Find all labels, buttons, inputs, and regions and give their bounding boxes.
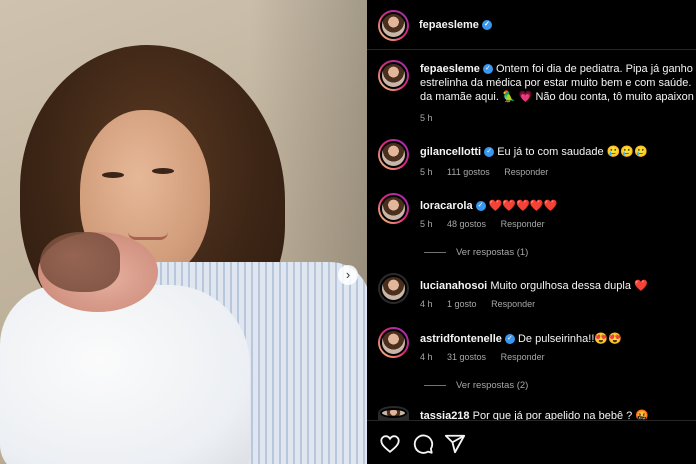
comment-username[interactable]: gilancellotti <box>420 146 481 158</box>
replies-dash <box>424 251 446 253</box>
photo-eye-left <box>102 172 124 178</box>
photo-eye-right <box>152 168 174 174</box>
caption-time: 5 h <box>420 113 433 123</box>
comment-time: 5 h <box>420 219 433 229</box>
avatar[interactable] <box>378 406 409 420</box>
comment-likes[interactable]: 48 gostos <box>447 219 486 229</box>
comment-time: 4 h <box>420 299 433 309</box>
share-icon[interactable] <box>444 433 466 455</box>
comment-likes[interactable]: 1 gosto <box>447 299 477 309</box>
comment-meta: 5 h 111 gostos Responder <box>420 167 560 177</box>
photo-baby-blanket <box>0 285 250 464</box>
post-side-panel: fepaesleme ✓ fepaesleme ✓ Ontem foi dia de… <box>367 0 696 464</box>
comment-text: Por que já por apelido na bebê ? 🤬 <box>472 410 649 420</box>
comment-meta: 4 h 1 gosto Responder <box>420 299 547 309</box>
view-replies-button[interactable]: Ver respostas (2) <box>424 380 528 391</box>
reply-button[interactable]: Responder <box>501 219 545 229</box>
comment-username[interactable]: lucianahosoi <box>420 280 487 292</box>
comment-likes[interactable]: 111 gostos <box>447 167 490 177</box>
comment-meta: 4 h 31 gostos Responder <box>420 352 557 362</box>
comment-time: 4 h <box>420 352 433 362</box>
comment-text: De pulseirinha!!😍😍 <box>517 333 622 345</box>
photo-mouth <box>128 232 168 240</box>
action-bar <box>367 420 696 464</box>
caption-line-3a: da mamãe aqui. <box>420 91 502 103</box>
chevron-right-icon[interactable]: › <box>338 265 358 285</box>
avatar[interactable] <box>378 10 409 41</box>
comment-username[interactable]: astridfontenelle <box>420 333 502 345</box>
verified-icon: ✓ <box>481 20 492 31</box>
comment-meta: 5 h 48 gostos Responder <box>420 219 557 229</box>
reply-button[interactable]: Responder <box>504 167 548 177</box>
comment: gilancellotti ✓ Eu já to com saudade 🥲🥲🥲 <box>420 145 648 158</box>
comment-likes[interactable]: 31 gostos <box>447 352 486 362</box>
comment: lucianahosoi Muito orgulhosa dessa dupla… <box>420 279 648 292</box>
comment-icon[interactable] <box>412 433 434 455</box>
comment-text: ❤️❤️❤️❤️❤️ <box>488 200 558 212</box>
post-caption: fepaesleme ✓ Ontem foi dia de pediatra. P… <box>420 62 696 104</box>
comment-username[interactable]: loracarola <box>420 200 473 212</box>
caption-username[interactable]: fepaesleme <box>420 63 480 75</box>
verified-icon: ✓ <box>484 147 495 158</box>
verified-icon: ✓ <box>504 334 515 345</box>
pink-heart-icon: 💗 <box>518 91 533 103</box>
caption-line-2: estrelinha da médica por estar muito bem… <box>420 77 692 89</box>
replies-dash <box>424 384 446 386</box>
comment-username[interactable]: tassia218 <box>420 410 470 420</box>
parrot-icon: 🦜 <box>501 91 516 103</box>
comment: loracarola ✓ ❤️❤️❤️❤️❤️ <box>420 199 557 212</box>
verified-icon: ✓ <box>482 64 493 75</box>
reply-button[interactable]: Responder <box>491 299 535 309</box>
caption-line-3b: Não dou conta, tô muito apaixon <box>532 91 694 103</box>
post-photo[interactable]: › <box>0 0 367 464</box>
comment: astridfontenelle ✓ De pulseirinha!!😍😍 <box>420 332 622 345</box>
heart-icon[interactable] <box>379 433 401 455</box>
avatar[interactable] <box>378 273 409 304</box>
post-author-username[interactable]: fepaesleme ✓ <box>419 19 492 31</box>
avatar[interactable] <box>378 139 409 170</box>
photo-baby-hair <box>40 232 120 292</box>
comment-time: 5 h <box>420 167 433 177</box>
verified-icon: ✓ <box>475 201 486 212</box>
comment: tassia218 Por que já por apelido na bebê… <box>420 409 649 420</box>
caption-line-1: Ontem foi dia de pediatra. Pipa já ganho <box>496 63 693 75</box>
comment-text: Eu já to com saudade 🥲🥲🥲 <box>497 146 648 158</box>
view-replies-button[interactable]: Ver respostas (1) <box>424 247 528 258</box>
post-header: fepaesleme ✓ <box>367 0 696 50</box>
avatar[interactable] <box>378 60 409 91</box>
avatar[interactable] <box>378 327 409 358</box>
avatar[interactable] <box>378 193 409 224</box>
comment-text: Muito orgulhosa dessa dupla ❤️ <box>490 280 648 292</box>
reply-button[interactable]: Responder <box>501 352 545 362</box>
